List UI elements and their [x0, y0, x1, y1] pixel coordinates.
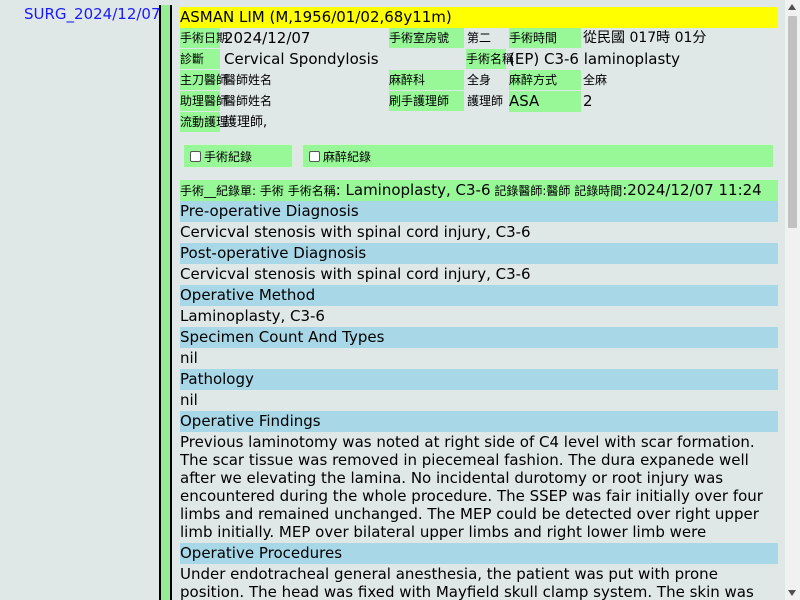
specimen-title: Specimen Count And Types: [180, 327, 778, 348]
post-op-diagnosis-text: Cervicval stenosis with spinal cord inju…: [180, 265, 531, 283]
specimen-text: nil: [180, 349, 198, 367]
surgeon-label: 主刀醫師: [180, 70, 228, 90]
frame-divider[interactable]: [159, 5, 172, 600]
surgery-record-link[interactable]: SURG_2024/12/07: [24, 5, 161, 23]
scroll-up-arrow-icon[interactable]: [788, 4, 796, 10]
anesthesia-dept-label: 麻醉科: [389, 70, 464, 90]
diagnosis-value: Cervical Spondylosis: [224, 50, 379, 68]
surgery-record-check-label: 手術紀錄: [204, 149, 253, 164]
left-nav-pane: SURG_2024/12/07: [0, 0, 161, 600]
anesthesia-method-label: 麻醉方式: [509, 70, 581, 90]
pre-op-diagnosis-text: Cervicval stenosis with spinal cord inju…: [180, 223, 531, 241]
scrub-nurse-value: 護理師: [467, 94, 504, 108]
operation-record-header: 手術__紀錄單: 手術 手術名稱: Laminoplasty, C3-6 記錄醫…: [180, 180, 778, 201]
room-label: 手術室房號: [389, 28, 464, 48]
op-name-caption: : 手術 手術名稱: [252, 184, 336, 198]
assistant-label: 助理醫師: [180, 91, 228, 111]
record-main-panel: ASMAN LIM (M,1956/01/02,68y11m) 手術日期 202…: [174, 0, 786, 600]
operative-procedures-text: Under endotracheal general anesthesia, t…: [180, 565, 754, 600]
recorder-caption: 記錄醫師:醫師 記錄時間: [490, 184, 623, 198]
surgery-date-label: 手術日期: [180, 28, 228, 48]
circulating-nurse-label: 流動護理: [180, 112, 228, 132]
scrollbar-thumb[interactable]: [788, 16, 797, 228]
patient-header: ASMAN LIM (M,1956/01/02,68y11m): [180, 7, 778, 28]
surgery-time-label: 手術時間: [509, 28, 581, 48]
op-record-prefix: 手術__紀錄單: [180, 184, 253, 198]
record-time-text: :2024/12/07 11:24: [622, 181, 762, 199]
asa-value: 2: [583, 92, 593, 110]
scroll-down-arrow-icon[interactable]: [788, 590, 796, 596]
surgeon-value: 醫師姓名: [224, 73, 273, 87]
asa-label: ASA: [509, 91, 581, 112]
operation-name-value: (EP) C3-6 laminoplasty: [509, 50, 681, 68]
op-name-text: : Laminoplasty, C3-6: [335, 181, 491, 199]
surgery-time-value: 從民國 017時 01分: [583, 30, 707, 46]
room-value: 第二: [467, 31, 492, 45]
operative-method-title: Operative Method: [180, 285, 778, 306]
anesthesia-record-check-group[interactable]: 麻醉紀錄: [302, 144, 774, 168]
surgery-record-checkbox[interactable]: [190, 150, 201, 162]
operation-name-label: 手術名稱: [466, 49, 514, 69]
anesthesia-method-value: 全麻: [583, 73, 608, 87]
pathology-title: Pathology: [180, 369, 778, 390]
operative-method-text: Laminoplasty, C3-6: [180, 307, 325, 325]
circulating-nurse-value: 護理師,: [224, 115, 268, 130]
operative-findings-title: Operative Findings: [180, 411, 778, 432]
surgery-record-check-group[interactable]: 手術紀錄: [183, 144, 293, 168]
operative-procedures-title: Operative Procedures: [180, 543, 778, 564]
anesthesia-dept-value: 全身: [467, 73, 492, 87]
vertical-scrollbar[interactable]: [785, 0, 800, 600]
post-op-diagnosis-title: Post-operative Diagnosis: [180, 243, 778, 264]
surgery-date-value: 2024/12/07: [224, 29, 311, 47]
pre-op-diagnosis-title: Pre-operative Diagnosis: [180, 201, 778, 222]
diagnosis-label: 診斷: [180, 49, 220, 69]
anesthesia-record-check-label: 麻醉紀錄: [323, 149, 372, 164]
assistant-value: 醫師姓名: [224, 94, 273, 108]
operative-findings-text: Previous laminotomy was noted at right s…: [180, 433, 763, 559]
anesthesia-record-checkbox[interactable]: [309, 150, 320, 162]
pathology-text: nil: [180, 391, 198, 409]
patient-header-text: ASMAN LIM (M,1956/01/02,68y11m): [180, 8, 452, 26]
scrub-nurse-label: 刷手護理師: [389, 91, 464, 111]
